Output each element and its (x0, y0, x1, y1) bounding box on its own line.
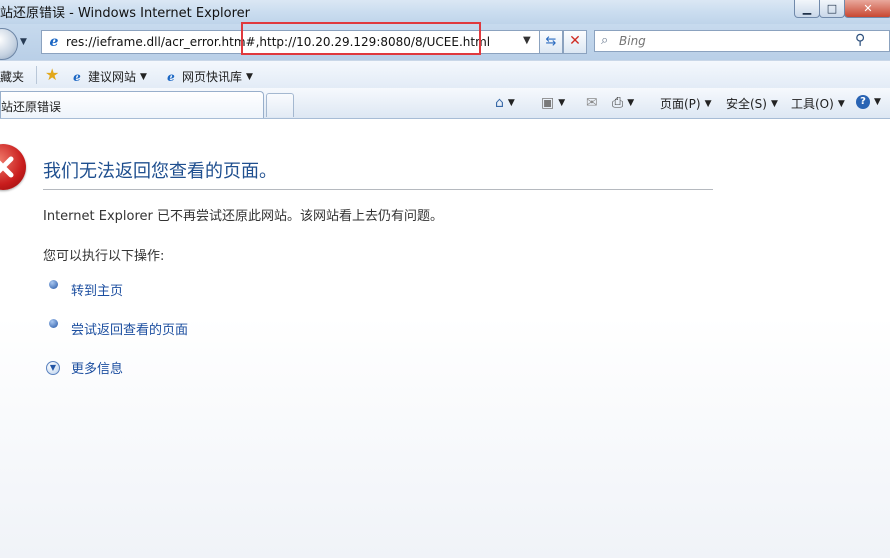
rss-feed-icon: ▣ (541, 95, 555, 111)
address-toolbar: ▼ e res://ieframe.dll/acr_error.htm#,htt… (0, 24, 890, 60)
tools-menu-button[interactable]: 工具(O) ▼ (791, 95, 845, 112)
ie-page-icon: e (73, 69, 81, 84)
title-bar: 站还原错误 - Windows Internet Explorer ▁ □ ✕ (0, 0, 890, 24)
retry-page-link[interactable]: 尝试返回查看的页面 (71, 319, 188, 338)
page-title: 我们无法返回您查看的页面。 (43, 161, 277, 182)
toolbar-divider (36, 66, 37, 84)
chevron-down-icon: ▼ (140, 71, 147, 82)
actions-prompt: 您可以执行以下操作: (43, 249, 165, 264)
help-icon: ? (856, 95, 870, 109)
refresh-button[interactable]: ⇆ (539, 30, 563, 54)
tab-current[interactable]: 站还原错误 (0, 91, 264, 118)
web-slice-gallery-button[interactable]: e 网页快讯库 ▼ (164, 68, 253, 85)
search-box[interactable]: ⌕ ⚲ (594, 30, 890, 52)
printer-icon: ⎙ (612, 95, 624, 111)
chevron-down-icon: ▼ (837, 98, 845, 109)
minimize-icon: ▁ (802, 2, 812, 15)
stop-icon: ✕ (569, 33, 581, 49)
recent-pages-dropdown-icon[interactable]: ▼ (20, 37, 27, 47)
chevron-down-icon: ▼ (246, 71, 253, 82)
search-icon[interactable]: ⚲ (855, 32, 865, 48)
chevron-down-icon: ▼ (874, 97, 881, 107)
tab-title: 站还原错误 (1, 100, 62, 114)
page-menu-label: 页面(P) (660, 97, 701, 111)
print-button[interactable]: ⎙ ▼ (612, 95, 634, 111)
feeds-button[interactable]: ▣ ▼ (541, 95, 565, 111)
chevron-down-icon: ▼ (627, 98, 635, 108)
ie-page-icon: e (49, 34, 59, 50)
error-icon (0, 144, 26, 190)
read-mail-button[interactable]: ✉ (586, 95, 598, 111)
chevron-down-icon: ▼ (770, 98, 778, 109)
safety-menu-button[interactable]: 安全(S) ▼ (726, 95, 778, 112)
help-button[interactable]: ? ▼ (856, 95, 881, 109)
chevron-down-icon: ▼ (704, 98, 712, 109)
close-icon: ✕ (863, 2, 873, 15)
back-button[interactable] (0, 28, 18, 60)
bullet-icon (49, 280, 58, 289)
address-dropdown-icon[interactable]: ▼ (523, 35, 531, 46)
search-provider-icon: ⌕ (601, 33, 609, 48)
go-home-link[interactable]: 转到主页 (71, 280, 123, 299)
tools-menu-label: 工具(O) (791, 97, 834, 111)
safety-menu-label: 安全(S) (726, 97, 767, 111)
ie-page-icon: e (167, 69, 175, 84)
refresh-icon: ⇆ (545, 34, 557, 49)
chevron-down-icon: ▼ (507, 98, 515, 108)
home-icon: ⌂ (495, 95, 504, 111)
mail-icon: ✉ (586, 95, 598, 111)
new-tab-button[interactable] (266, 93, 294, 117)
page-content: 我们无法返回您查看的页面。 Internet Explorer 已不再尝试还原此… (0, 119, 890, 558)
close-window-button[interactable]: ✕ (844, 0, 890, 18)
page-menu-button[interactable]: 页面(P) ▼ (660, 95, 712, 112)
web-slice-gallery-label: 网页快讯库 (182, 70, 243, 84)
minimize-button[interactable]: ▁ (794, 0, 820, 18)
address-bar[interactable]: e res://ieframe.dll/acr_error.htm#,http:… (41, 30, 540, 54)
more-info-link[interactable]: 更多信息 (71, 358, 123, 377)
suggested-sites-button[interactable]: e 建议网站 ▼ (70, 68, 147, 85)
maximize-button[interactable]: □ (819, 0, 845, 18)
address-url[interactable]: res://ieframe.dll/acr_error.htm#,http://… (66, 35, 490, 49)
maximize-icon: □ (826, 2, 838, 15)
window-title: 站还原错误 - Windows Internet Explorer (0, 6, 250, 21)
suggested-sites-label: 建议网站 (88, 70, 137, 84)
heading-divider (43, 189, 713, 190)
home-button[interactable]: ⌂ ▼ (495, 95, 515, 111)
stop-button[interactable]: ✕ (563, 30, 587, 54)
bullet-icon (49, 319, 58, 328)
favorites-bar: 藏夹 ★ e 建议网站 ▼ e 网页快讯库 ▼ (0, 60, 890, 89)
chevron-down-icon: ▼ (558, 98, 566, 108)
error-description: Internet Explorer 已不再尝试还原此网站。该网站看上去仍有问题。 (43, 209, 444, 224)
search-input[interactable] (619, 34, 839, 48)
tab-bar: 站还原错误 ⌂ ▼ ▣ ▼ ✉ ⎙ ▼ 页面(P) ▼ 安全(S) ▼ 工具(O… (0, 88, 890, 119)
favorites-label[interactable]: 藏夹 (0, 68, 24, 85)
add-favorite-star-icon[interactable]: ★ (45, 65, 59, 84)
expand-more-info-icon[interactable]: ▼ (46, 361, 60, 375)
